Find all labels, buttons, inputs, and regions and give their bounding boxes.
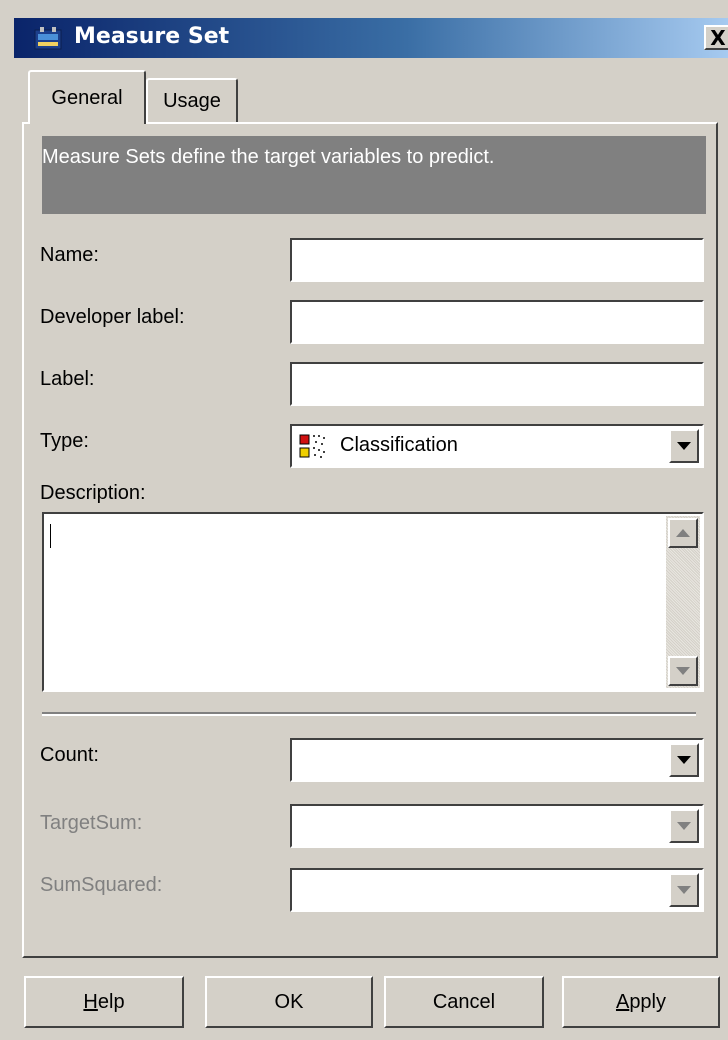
info-banner: Measure Sets define the target variables… (42, 136, 706, 214)
arrow-down-icon (676, 667, 690, 675)
chevron-down-icon (677, 442, 691, 450)
type-label: Type: (40, 430, 89, 452)
type-dropdown-button[interactable] (669, 429, 699, 463)
chevron-down-icon (677, 886, 691, 894)
sum-squared-label: SumSquared: (40, 874, 163, 896)
name-input[interactable] (290, 238, 704, 282)
type-select[interactable]: Classification (290, 424, 704, 468)
target-sum-dropdown-button[interactable] (669, 809, 699, 843)
description-scrollbar[interactable] (666, 516, 700, 688)
tab-usage[interactable]: Usage (146, 78, 238, 122)
scroll-down-button[interactable] (668, 656, 698, 686)
cancel-button-label: Cancel (432, 990, 496, 1013)
close-icon: X (710, 25, 726, 50)
label-label: Label: (40, 368, 95, 390)
target-sum-select[interactable] (290, 804, 704, 848)
apply-mnemonic: A (615, 990, 630, 1013)
tab-usage-label: Usage (163, 89, 221, 112)
apply-button-label: pply (629, 990, 667, 1013)
count-select[interactable] (290, 738, 704, 782)
chevron-down-icon (677, 822, 691, 830)
title-bar[interactable]: Measure Set X (14, 18, 728, 58)
ok-button[interactable]: OK (205, 976, 373, 1028)
measure-set-dialog: Measure Set X General Usage Measure Sets… (0, 0, 728, 1040)
tab-general[interactable]: General (28, 70, 146, 124)
ok-button-label: OK (274, 990, 304, 1013)
window-title: Measure Set (74, 24, 230, 49)
measure-set-icon (34, 27, 62, 50)
close-button[interactable]: X (704, 25, 728, 50)
cancel-button[interactable]: Cancel (384, 976, 544, 1028)
text-caret (50, 524, 51, 548)
arrow-up-icon (676, 529, 690, 537)
apply-button[interactable]: Apply (562, 976, 720, 1028)
help-mnemonic: H (83, 990, 98, 1013)
sum-squared-dropdown-button[interactable] (669, 873, 699, 907)
label-input[interactable] (290, 362, 704, 406)
count-label: Count: (40, 744, 99, 766)
chevron-down-icon (677, 756, 691, 764)
section-divider (42, 712, 696, 716)
help-button-label: elp (97, 990, 125, 1013)
info-text: Measure Sets define the target variables… (42, 146, 495, 168)
sum-squared-select[interactable] (290, 868, 704, 912)
developer-label-label: Developer label: (40, 306, 185, 328)
classification-icon (299, 434, 325, 458)
description-label: Description: (40, 482, 146, 504)
type-select-value: Classification (340, 434, 458, 456)
target-sum-label: TargetSum: (40, 812, 143, 834)
description-textarea[interactable] (42, 512, 704, 692)
tab-general-label: General (51, 86, 123, 109)
help-button[interactable]: Help (24, 976, 184, 1028)
count-dropdown-button[interactable] (669, 743, 699, 777)
developer-label-input[interactable] (290, 300, 704, 344)
name-label: Name: (40, 244, 99, 266)
scroll-up-button[interactable] (668, 518, 698, 548)
